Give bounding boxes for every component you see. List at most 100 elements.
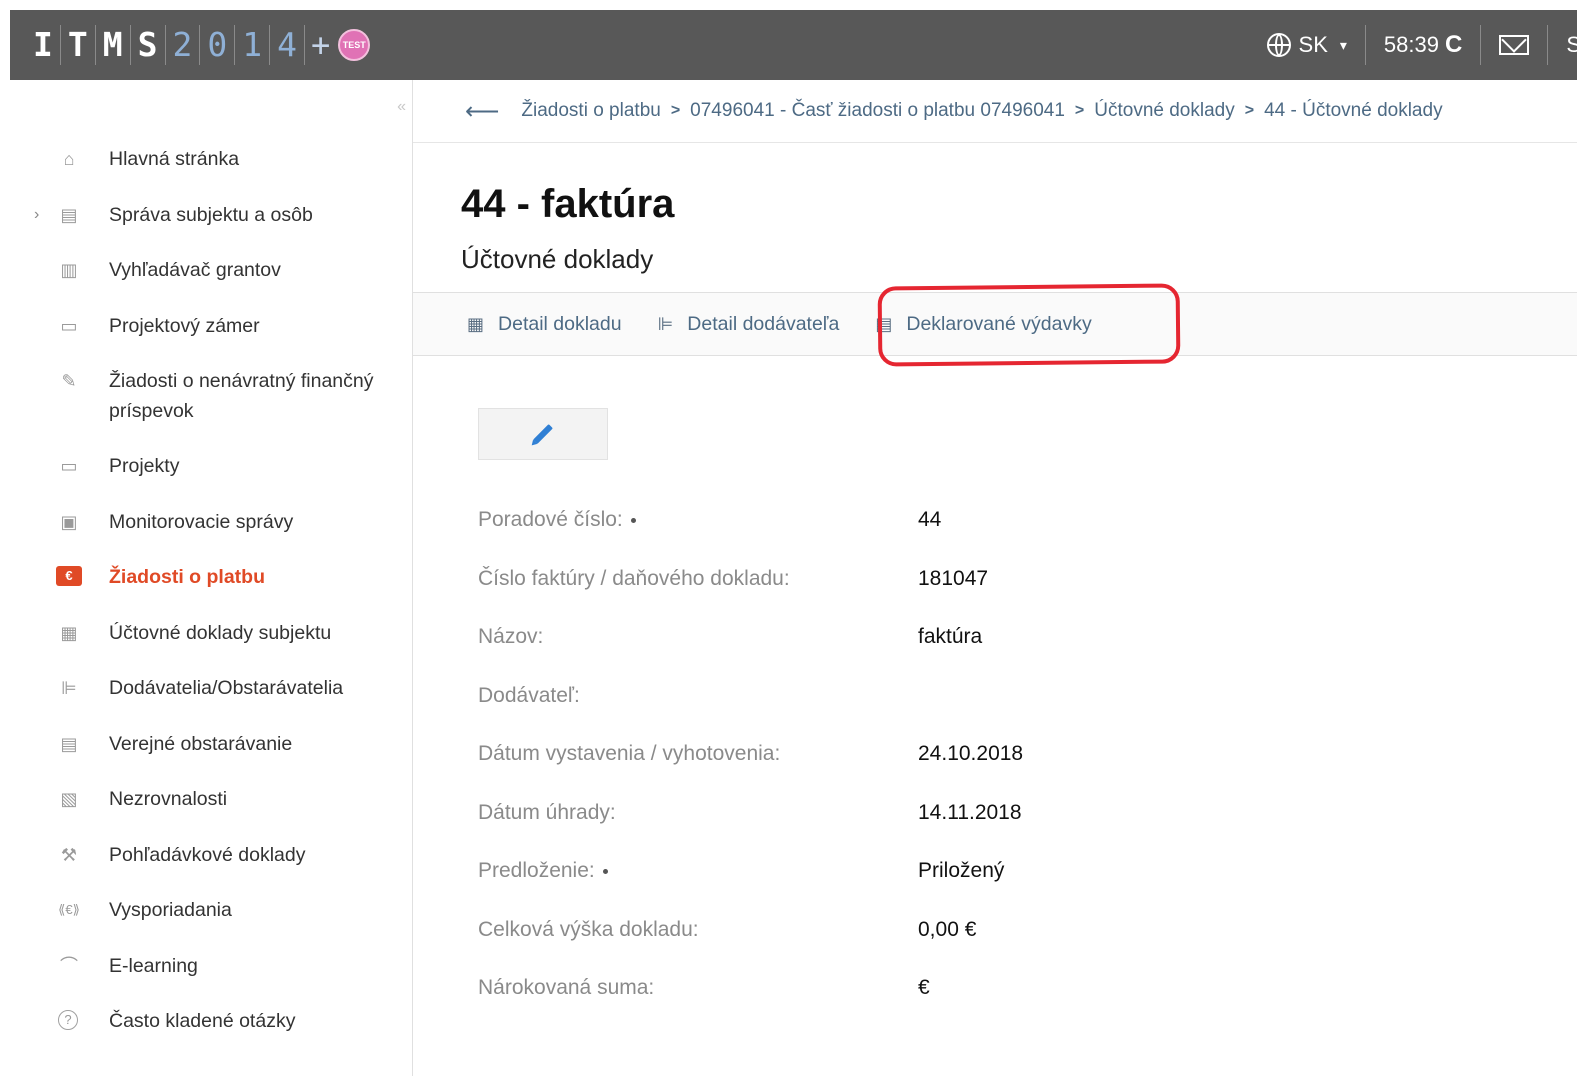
field-label: Dátum vystavenia / vyhotovenia: (478, 742, 781, 765)
sidebar-item-grant-applications[interactable]: ✎ Žiadosti o nenávratný finančný príspev… (10, 354, 412, 439)
sidebar-item-projects[interactable]: ▭ Projekty (10, 439, 412, 495)
sidebar-item-project-intent[interactable]: ▭ Projektový zámer (10, 299, 412, 355)
supplier-icon: ⊫ (657, 313, 674, 334)
sidebar-item-label: Monitorovacie správy (109, 510, 294, 533)
field-row: Dátum úhrady: 14.11.2018 (478, 791, 1478, 850)
breadcrumb-link[interactable]: Účtovné doklady (1094, 100, 1234, 122)
sidebar-item-label: Vyhľadávač grantov (109, 259, 281, 281)
globe-icon (1266, 33, 1291, 57)
euro-exchange-icon: ⟪€⟫ (58, 902, 80, 917)
field-row: Celková výška dokladu: 0,00 € (478, 908, 1478, 967)
field-row: Predloženie: Priložený (478, 849, 1478, 908)
mail-icon[interactable] (1499, 35, 1530, 55)
required-dot-icon (630, 517, 636, 523)
sidebar-item-label: E-learning (109, 954, 198, 977)
sidebar-item-faq[interactable]: ? Často kladené otázky (10, 994, 412, 1050)
logo-letter: S (131, 25, 166, 65)
breadcrumb: ⟵ Žiadosti o platbu > 07496041 - Časť ži… (413, 80, 1577, 143)
page-title: 44 - faktúra (461, 182, 675, 226)
sidebar-item-subject-management[interactable]: › ▤ Správa subjektu a osôb (10, 188, 412, 244)
field-row: Názov: faktúra (478, 615, 1478, 674)
tab-label: Detail dokladu (498, 312, 622, 335)
field-label: Dátum úhrady: (478, 800, 616, 824)
logo-digit: 4 (270, 25, 305, 65)
tab-document-detail[interactable]: ▦ Detail dokladu (467, 313, 622, 336)
test-environment-badge: TEST (338, 29, 371, 61)
field-row: Číslo faktúry / daňového dokladu: 181047 (478, 557, 1478, 616)
field-value: € (918, 976, 930, 999)
payment-request-icon: € (56, 566, 82, 586)
sidebar-item-label: Dodávatelia/Obstarávatelia (109, 677, 344, 699)
id-card-icon: ▤ (60, 204, 78, 225)
field-label: Nárokovaná suma: (478, 976, 655, 999)
sidebar-nav: ⌂ Hlavná stránka › ▤ Správa subjektu a o… (10, 132, 412, 1050)
sidebar-item-e-learning[interactable]: ⌒ E-learning (10, 939, 412, 995)
sidebar-item-receivable-documents[interactable]: ⚒ Pohľadávkové doklady (10, 828, 412, 884)
sidebar-item-suppliers[interactable]: ⊫ Dodávatelia/Obstarávatelia (10, 661, 412, 717)
gavel-icon: ⚒ (60, 844, 78, 865)
tab-label: Deklarované výdavky (906, 312, 1092, 335)
sidebar-item-label: Žiadosti o platbu (109, 566, 265, 588)
page-subtitle: Účtovné doklady (461, 244, 654, 274)
field-value: 24.10.2018 (918, 742, 1024, 765)
breadcrumb-separator-icon: > (1074, 102, 1085, 119)
language-selector[interactable]: SK ▾ (1266, 32, 1347, 58)
sidebar-item-accounting-documents[interactable]: ▦ Účtovné doklady subjektu (10, 606, 412, 662)
chevron-right-icon[interactable]: › (34, 206, 39, 224)
clipboard-icon: ▣ (60, 511, 78, 532)
field-value: 14.11.2018 (918, 800, 1022, 824)
logo-letter: M (96, 25, 131, 65)
tab-declared-expenses[interactable]: ▤ Deklarované výdavky (875, 313, 1091, 336)
refresh-icon[interactable]: C (1445, 31, 1462, 59)
session-timer[interactable]: 58:39 C (1384, 31, 1462, 59)
sidebar-item-grant-search[interactable]: ▥ Vyhľadávač grantov (10, 243, 412, 299)
field-label: Dodávateľ: (478, 683, 580, 707)
sidebar-item-label: Projekty (109, 455, 180, 477)
sidebar-item-label: Často kladené otázky (109, 1010, 296, 1032)
sidebar-item-label: Účtovné doklady subjektu (109, 621, 332, 644)
breadcrumb-link[interactable]: Žiadosti o platbu (521, 100, 660, 122)
top-right-controls: SK ▾ 58:39 C S (1266, 10, 1577, 80)
home-icon: ⌂ (63, 149, 75, 169)
collapse-sidebar-icon[interactable]: « (397, 98, 406, 116)
sidebar-item-label: Hlavná stránka (109, 148, 240, 170)
sidebar-item-payment-requests[interactable]: € Žiadosti o platbu (10, 550, 412, 606)
document-fields: Poradové číslo: 44 Číslo faktúry / daňov… (478, 498, 1478, 1025)
calculator-icon: ▦ (467, 313, 485, 334)
sidebar: « ⌂ Hlavná stránka › ▤ Správa subjektu a… (10, 80, 413, 1076)
archive-icon: ▭ (60, 315, 78, 336)
field-value: faktúra (918, 625, 983, 648)
sidebar-item-home[interactable]: ⌂ Hlavná stránka (10, 132, 412, 188)
field-value: 0,00 € (918, 917, 977, 941)
logo-digit: 1 (235, 25, 271, 65)
tab-supplier-detail[interactable]: ⊫ Detail dodávateľa (658, 313, 840, 336)
breadcrumb-link[interactable]: 07496041 - Časť žiadosti o platbu 074960… (690, 100, 1065, 122)
sidebar-item-public-procurement[interactable]: ▤ Verejné obstarávanie (10, 717, 412, 773)
sidebar-item-settlements[interactable]: ⟪€⟫ Vysporiadania (10, 883, 412, 939)
caret-down-icon: ▾ (1339, 36, 1347, 53)
logo-digit: 2 (166, 25, 201, 65)
field-value: 181047 (918, 566, 989, 590)
procurement-icon: ▤ (60, 733, 78, 754)
itms-logo[interactable]: I T M S 2 0 1 4 + TEST (26, 10, 371, 80)
required-dot-icon (602, 868, 608, 874)
session-timer-value: 58:39 (1383, 32, 1439, 57)
language-code: SK (1298, 32, 1328, 57)
back-arrow-icon[interactable]: ⟵ (465, 97, 499, 126)
pencil-icon (533, 424, 553, 444)
user-menu[interactable]: S (1566, 32, 1577, 58)
field-label: Predloženie: (478, 859, 608, 883)
field-row: Dodávateľ: (478, 674, 1478, 733)
sidebar-item-label: Nezrovnalosti (109, 788, 228, 810)
sidebar-item-label: Vysporiadania (109, 899, 232, 921)
chart-box-icon: ▧ (60, 789, 78, 809)
divider (1480, 25, 1482, 65)
field-label: Názov: (478, 625, 544, 648)
sidebar-item-irregularities[interactable]: ▧ Nezrovnalosti (10, 772, 412, 828)
edit-button[interactable] (478, 408, 608, 460)
supplier-icon: ⊫ (61, 678, 77, 698)
sidebar-item-label: Pohľadávkové doklady (109, 843, 306, 866)
field-value: Priložený (918, 859, 1005, 882)
logo-plus: + (311, 26, 331, 64)
sidebar-item-monitoring-reports[interactable]: ▣ Monitorovacie správy (10, 495, 412, 551)
